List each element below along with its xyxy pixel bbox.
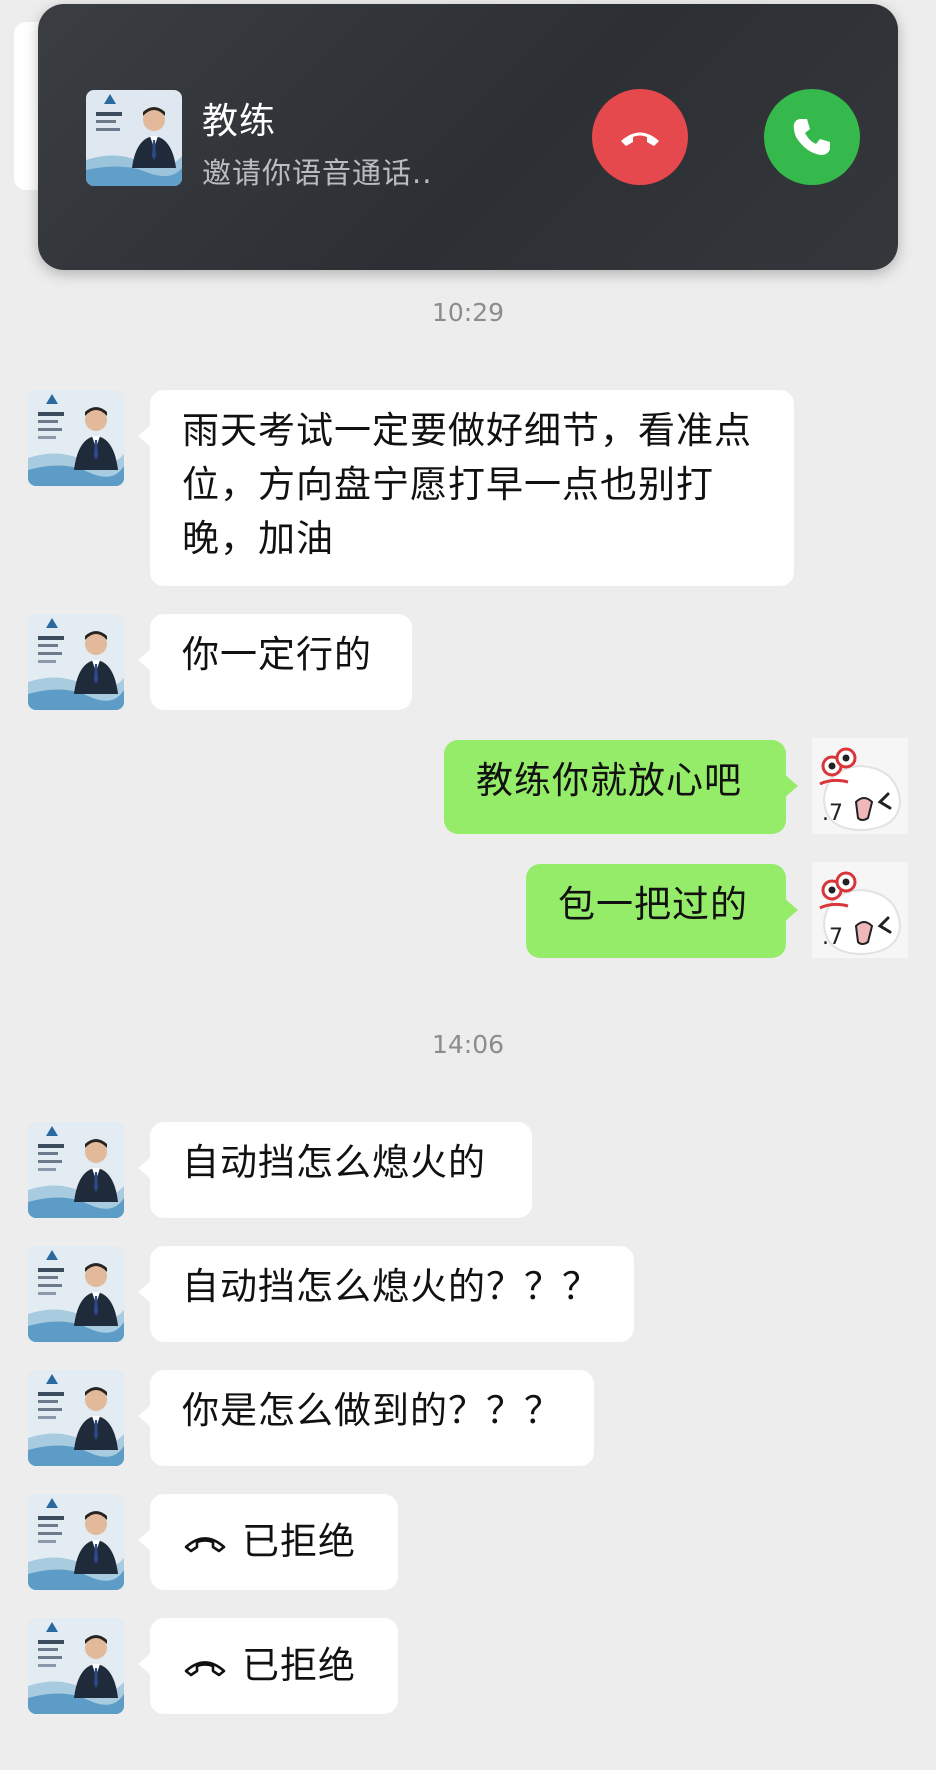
message-text: 自动挡怎么熄火的？？？ [182,1265,600,1308]
avatar[interactable] [28,1370,124,1466]
message-text: 你是怎么做到的？？？ [182,1389,562,1432]
message-bubble[interactable]: 你是怎么做到的？？？ [138,1370,594,1466]
message-bubble[interactable]: 你一定行的 [138,614,412,710]
message-bubble-self[interactable]: 包一把过的 [526,864,798,958]
avatar[interactable] [28,1122,124,1218]
timestamp: 14:06 [431,1030,505,1059]
hang-up-icon [184,1661,226,1677]
timestamp: 10:29 [431,298,505,327]
message-text: 自动挡怎么熄火的 [182,1141,486,1184]
message-bubble-self[interactable]: 教练你就放心吧 [444,740,798,834]
self-avatar[interactable] [812,862,908,958]
avatar[interactable] [28,390,124,486]
message-bubble[interactable]: 自动挡怎么熄火的 [138,1122,532,1218]
hang-up-icon [184,1537,226,1553]
decline-call-button[interactable] [592,89,688,185]
message-bubble[interactable]: 雨天考试一定要做好细节，看准点位，方向盘宁愿打早一点也别打晚，加油 [138,390,794,586]
message-text: 包一把过的 [558,883,748,926]
call-record-bubble[interactable]: 已拒绝 [138,1618,398,1714]
call-record-text: 已拒绝 [242,1520,356,1563]
call-record-text: 已拒绝 [242,1644,356,1687]
incoming-call-banner[interactable]: 教练 邀请你语音通话.. [38,4,898,270]
chat-screen: 教练 邀请你语音通话.. 10:29 雨天考试一定要做好细节，看准点位，方向盘宁… [0,0,936,1770]
call-subtitle: 邀请你语音通话.. [202,156,433,190]
message-text: 你一定行的 [182,633,372,676]
caller-avatar [86,90,182,186]
avatar[interactable] [28,614,124,710]
hang-up-icon [621,132,659,146]
phone-icon [793,119,830,155]
message-text: 教练你就放心吧 [476,759,742,802]
message-bubble[interactable]: 自动挡怎么熄火的？？？ [138,1246,634,1342]
avatar[interactable] [28,1246,124,1342]
call-record-bubble[interactable]: 已拒绝 [138,1494,398,1590]
self-avatar[interactable] [812,738,908,834]
caller-name: 教练 [202,101,277,142]
accept-call-button[interactable] [764,89,860,185]
message-text: 雨天考试一定要做好细节，看准点位，方向盘宁愿打早一点也别打晚，加油 [182,409,752,560]
avatar[interactable] [28,1618,124,1714]
avatar[interactable] [28,1494,124,1590]
